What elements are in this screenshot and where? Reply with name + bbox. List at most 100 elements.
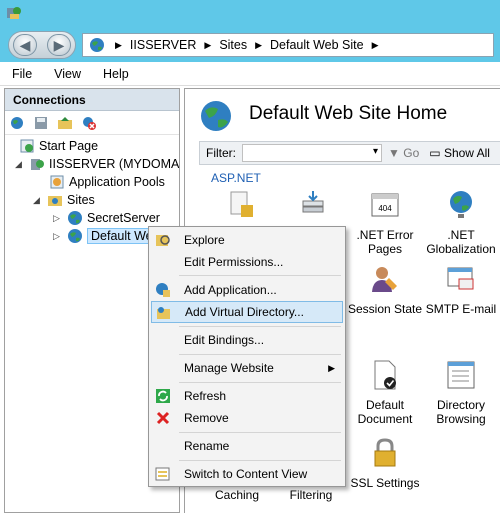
- directory-list-icon: [447, 361, 475, 389]
- filter-label: Filter:: [206, 146, 236, 160]
- feature-directory-browsing[interactable]: Directory Browsing: [421, 359, 500, 426]
- funnel-icon: ▼: [388, 146, 400, 160]
- feature-net-error-pages[interactable]: 404 .NET Error Pages: [345, 189, 425, 256]
- tree-label: Start Page: [39, 139, 99, 153]
- stack-download-icon: [302, 191, 324, 213]
- show-all-label: Show All: [443, 146, 490, 160]
- app-pool-icon: [50, 175, 64, 189]
- breadcrumb-separator: ▶: [255, 39, 263, 50]
- site-globe-icon: [201, 101, 231, 131]
- connect-globe-icon[interactable]: [9, 115, 25, 131]
- menu-item-add-application[interactable]: Add Application...: [151, 279, 343, 301]
- menu-view[interactable]: View: [54, 67, 81, 81]
- feature-label: Pages: [367, 242, 403, 256]
- menu-item-edit-bindings[interactable]: Edit Bindings...: [151, 329, 343, 351]
- menu-item-manage-website[interactable]: Manage Website ▶: [151, 357, 343, 379]
- add-application-icon: [156, 283, 170, 297]
- menu-separator: [179, 432, 341, 433]
- collapse-arrow-icon[interactable]: ◢: [33, 195, 43, 206]
- tree-secret-server[interactable]: ▷ SecretServer: [53, 209, 160, 227]
- menu-item-add-virtual-directory[interactable]: Add Virtual Directory...: [151, 301, 343, 323]
- show-all-icon: ▭: [429, 146, 441, 160]
- menu-separator: [179, 275, 341, 276]
- feature-authorization[interactable]: [203, 189, 283, 228]
- padlock-icon: [374, 438, 396, 467]
- nav-buttons: ◀ ▶: [8, 31, 76, 59]
- up-folder-icon[interactable]: [57, 115, 73, 131]
- feature-net-globalization[interactable]: .NET Globalization: [421, 189, 500, 256]
- start-page-icon: [20, 139, 34, 153]
- feature-label: Filtering: [289, 488, 333, 502]
- menu-separator: [179, 460, 341, 461]
- feature-label: Default: [365, 398, 405, 412]
- tree-server[interactable]: ◢ IISSERVER (MYDOMAIN\: [15, 155, 180, 173]
- tree-application-pools[interactable]: Application Pools: [49, 173, 165, 191]
- context-menu: Explore Edit Permissions... Add Applicat…: [148, 226, 346, 487]
- menu-label: Explore: [184, 233, 225, 247]
- globe-icon: [68, 211, 82, 225]
- disconnect-icon[interactable]: [81, 115, 97, 131]
- go-button[interactable]: ▼ Go: [388, 146, 419, 160]
- page-title: Default Web Site Home: [249, 103, 448, 124]
- menu-file[interactable]: File: [12, 67, 32, 81]
- back-button[interactable]: ◀: [13, 34, 37, 56]
- breadcrumb-separator: ▶: [115, 39, 122, 50]
- filter-input[interactable]: [242, 144, 382, 162]
- breadcrumb-default-web-site[interactable]: Default Web Site: [270, 38, 364, 52]
- feature-label: Directory: [436, 398, 485, 412]
- feature-default-document[interactable]: Default Document: [345, 359, 425, 426]
- forward-button[interactable]: ▶: [47, 34, 71, 56]
- menu-item-refresh[interactable]: Refresh: [151, 385, 343, 407]
- breadcrumb-separator: ▶: [204, 39, 212, 50]
- breadcrumb-sites[interactable]: Sites: [219, 38, 247, 52]
- menu-item-rename[interactable]: Rename: [151, 435, 343, 457]
- tree-label: Application Pools: [69, 175, 165, 189]
- iis-app-icon: [7, 7, 21, 19]
- menu-label: Add Virtual Directory...: [185, 305, 304, 319]
- breadcrumb-separator[interactable]: ▶: [372, 40, 379, 51]
- menu-separator: [179, 354, 341, 355]
- collapse-arrow-icon[interactable]: ◢: [15, 159, 25, 170]
- menu-item-edit-permissions[interactable]: Edit Permissions...: [151, 251, 343, 273]
- feature-session-state[interactable]: Session State: [345, 263, 425, 316]
- feature-smtp-email[interactable]: SMTP E-mail: [421, 263, 500, 316]
- tree-sites[interactable]: ◢ Sites: [33, 191, 95, 209]
- feature-label: SSL Settings: [350, 476, 420, 490]
- content-view-icon: [155, 467, 170, 481]
- feature-filtering[interactable]: Filtering: [271, 488, 351, 502]
- expand-arrow-icon[interactable]: ▷: [53, 231, 63, 242]
- refresh-icon: [156, 389, 170, 403]
- add-virtual-directory-icon: [157, 307, 170, 319]
- tree-default-web-site[interactable]: ▷ Default Web: [53, 227, 164, 245]
- feature-label: .NET: [447, 228, 475, 242]
- menu-item-switch-content-view[interactable]: Switch to Content View: [151, 463, 343, 485]
- tree-label: IISSERVER (MYDOMAIN\: [49, 157, 180, 171]
- show-all-button[interactable]: ▭ Show All: [429, 146, 490, 160]
- breadcrumb-server[interactable]: IISSERVER: [130, 38, 196, 52]
- address-bar[interactable]: ▶ IISSERVER ▶ Sites ▶ Default Web Site ▶: [82, 33, 494, 57]
- menu-item-remove[interactable]: Remove: [151, 407, 343, 429]
- menu-label: Rename: [184, 439, 230, 453]
- feature-label: SMTP E-mail: [425, 302, 497, 316]
- server-icon: [31, 159, 44, 170]
- feature-ssl-settings[interactable]: SSL Settings: [345, 437, 425, 490]
- address-bar-area: ◀ ▶ ▶ IISSERVER ▶ Sites ▶ Default Web Si…: [0, 28, 500, 62]
- menu-label: Remove: [184, 411, 229, 425]
- connections-header: Connections: [5, 89, 179, 111]
- connections-toolbar: [5, 111, 179, 135]
- globe-icon: [90, 38, 104, 52]
- filter-bar: Filter: ▼ Go ▭ Show All: [199, 141, 500, 165]
- tree-label: Sites: [67, 193, 95, 207]
- menu-item-explore[interactable]: Explore: [151, 229, 343, 251]
- document-check-icon: [374, 360, 396, 390]
- menu-help[interactable]: Help: [103, 67, 129, 81]
- tree-label: SecretServer: [87, 211, 160, 225]
- feature-providers[interactable]: [273, 189, 353, 228]
- expand-arrow-icon[interactable]: ▷: [53, 213, 63, 224]
- menu-separator: [179, 326, 341, 327]
- feature-label: Caching: [214, 488, 260, 502]
- feature-caching[interactable]: Caching: [197, 488, 277, 502]
- tree-start-page[interactable]: Start Page: [19, 137, 98, 155]
- menu-label: Add Application...: [184, 283, 277, 297]
- save-icon[interactable]: [33, 115, 49, 131]
